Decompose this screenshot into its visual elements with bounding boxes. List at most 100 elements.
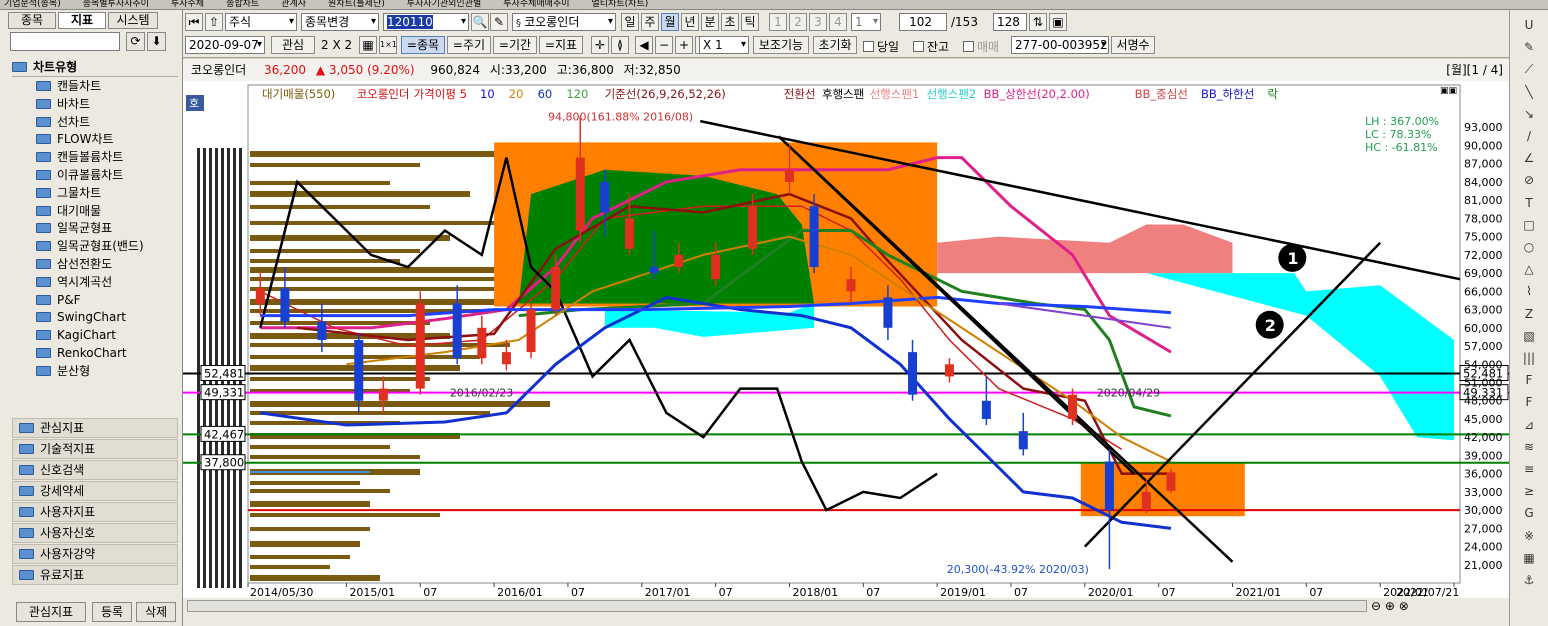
- aux-function-button[interactable]: 보조기능: [753, 36, 809, 54]
- pin-icon[interactable]: ⇧: [205, 13, 223, 31]
- chart-type-item[interactable]: P&F: [36, 292, 81, 309]
- chart-type-item[interactable]: 그물차트: [36, 185, 101, 202]
- refresh-icon[interactable]: ⟳: [126, 32, 145, 51]
- rect-icon[interactable]: □: [1518, 216, 1540, 234]
- indicator-group[interactable]: 강세약세: [12, 481, 178, 501]
- zoom-icons[interactable]: ⊖ ⊕ ⊗: [1371, 599, 1409, 613]
- period-button[interactable]: 틱: [741, 13, 759, 31]
- wave-icon[interactable]: ⌇: [1518, 282, 1540, 300]
- pattern-icon[interactable]: ▧: [1518, 327, 1540, 345]
- chart-type-item[interactable]: 분산형: [36, 363, 90, 380]
- preset-button[interactable]: 4: [829, 13, 847, 31]
- compress-icon[interactable]: ≬: [611, 36, 629, 54]
- option-checkbox[interactable]: 당일: [863, 38, 899, 55]
- download-icon[interactable]: ⬇: [147, 32, 166, 51]
- legend-item[interactable]: 선행스팬1: [870, 87, 920, 101]
- tool-icon[interactable]: ✎: [490, 13, 508, 31]
- indicator-group[interactable]: 신호검색: [12, 460, 178, 480]
- legend-item[interactable]: 락: [1267, 87, 1278, 101]
- arrow-icon[interactable]: ↘: [1518, 105, 1540, 123]
- chart-type-item[interactable]: FLOW차트: [36, 131, 114, 148]
- sync-toggle-button[interactable]: =지표: [539, 36, 583, 54]
- option-checkbox[interactable]: 잔고: [913, 38, 949, 55]
- top-tab-8[interactable]: 멀티차트(차트): [588, 0, 649, 9]
- indicator-search-input[interactable]: [10, 32, 120, 51]
- tab-stock[interactable]: 종목: [8, 12, 56, 29]
- toggle-label[interactable]: 호: [186, 95, 204, 111]
- trend-line-icon[interactable]: ⟋: [1518, 60, 1540, 78]
- legend-item[interactable]: 10: [480, 87, 495, 101]
- tool-u-icon[interactable]: U: [1518, 16, 1540, 34]
- account-select[interactable]: 277-00-003952: [1011, 36, 1109, 54]
- chart-type-item[interactable]: 삼선전환도: [36, 256, 112, 273]
- window-control-icons[interactable]: ▣▣: [1440, 86, 1457, 96]
- triangle-icon[interactable]: △: [1518, 260, 1540, 278]
- option-checkbox[interactable]: 매매: [963, 38, 999, 55]
- legend-item[interactable]: 코오롱인더: [357, 87, 410, 101]
- stock-code-input[interactable]: 120110: [383, 13, 469, 31]
- horizontal-scrollbar[interactable]: [187, 600, 1367, 612]
- chart-area[interactable]: 호 52,481 52,481 49,331 49,331 42,467 37,800 1 2 9…: [183, 81, 1510, 611]
- prev-icon[interactable]: ◀: [635, 36, 653, 54]
- grid-icon[interactable]: ▦: [359, 36, 377, 54]
- chart-type-item[interactable]: 캔들차트: [36, 78, 101, 95]
- draw-icon[interactable]: ✎: [1518, 38, 1540, 56]
- top-tab-1[interactable]: 종목별투자자추이: [79, 0, 149, 9]
- tab-favorite-indicators[interactable]: 관심지표: [16, 602, 86, 622]
- g-icon[interactable]: G: [1518, 504, 1540, 522]
- indicator-group[interactable]: 관심지표: [12, 418, 178, 438]
- indicator-group[interactable]: 기술적지표: [12, 439, 178, 459]
- channel-icon[interactable]: ≋: [1518, 438, 1540, 456]
- fib-icon[interactable]: F: [1518, 371, 1540, 389]
- diag-line-icon[interactable]: ╲: [1518, 83, 1540, 101]
- delete-button[interactable]: 삭제: [136, 602, 176, 622]
- legend-item[interactable]: 60: [538, 87, 553, 101]
- legend-item[interactable]: 기준선(26,9,26,52,26): [605, 87, 726, 101]
- vbars-icon[interactable]: |||: [1518, 349, 1540, 367]
- anchor-icon[interactable]: ⚓: [1518, 571, 1540, 589]
- chart-type-header[interactable]: 차트유형: [12, 58, 178, 77]
- num-select[interactable]: 1: [851, 13, 881, 31]
- plus-icon[interactable]: +: [675, 36, 693, 54]
- chart-type-item[interactable]: 역시계곡선: [36, 274, 112, 291]
- chart-type-item[interactable]: RenkoChart: [36, 345, 127, 362]
- top-tab-6[interactable]: 투자자기관외인관별: [403, 0, 482, 9]
- gann-icon[interactable]: ⊿: [1518, 416, 1540, 434]
- period-button[interactable]: 일: [621, 13, 639, 31]
- numbered-circle-marker[interactable]: 1: [1278, 243, 1307, 272]
- top-tab-3[interactable]: 종합차트: [222, 0, 259, 9]
- numbered-circle-marker[interactable]: 2: [1255, 310, 1284, 339]
- legend-item[interactable]: BB_하한선: [1201, 87, 1254, 101]
- period-button[interactable]: 분: [701, 13, 719, 31]
- chart-type-item[interactable]: 이큐볼륨차트: [36, 167, 123, 184]
- legend-item[interactable]: 선행스팬2: [927, 87, 977, 101]
- grid-icon[interactable]: ▦: [1518, 549, 1540, 567]
- top-tab-2[interactable]: 투자주체: [167, 0, 204, 9]
- legend-item[interactable]: 120: [566, 87, 588, 101]
- preset-button[interactable]: 3: [809, 13, 827, 31]
- text-icon[interactable]: T: [1518, 194, 1540, 212]
- date-picker[interactable]: 2020-09-07: [185, 36, 265, 54]
- top-tab-0[interactable]: 기업분석(종목): [0, 0, 61, 9]
- fib2-icon[interactable]: F: [1518, 393, 1540, 411]
- chart-type-item[interactable]: 선차트: [36, 114, 90, 131]
- indicator-group[interactable]: 유료지표: [12, 565, 178, 585]
- sign-button[interactable]: 서명수: [1111, 36, 1155, 54]
- top-tab-5[interactable]: 원차트(틀제단): [324, 0, 385, 9]
- count-input[interactable]: 102: [899, 13, 947, 31]
- top-tab-4[interactable]: 관계사: [277, 0, 306, 9]
- search-icon[interactable]: 🔍: [471, 13, 489, 31]
- legend-item[interactable]: 전환선: [784, 87, 816, 101]
- angle-icon[interactable]: ∠: [1518, 149, 1540, 167]
- stock-change-select[interactable]: 종목변경: [301, 13, 379, 31]
- apply-icon[interactable]: ⇅: [1029, 13, 1047, 31]
- minus-icon[interactable]: −: [655, 36, 673, 54]
- crosshair-icon[interactable]: ✛: [591, 36, 609, 54]
- ge-icon[interactable]: ≥: [1518, 482, 1540, 500]
- save-icon[interactable]: ▣: [1049, 13, 1067, 31]
- preset-button[interactable]: 1: [769, 13, 787, 31]
- hlines-icon[interactable]: ≡: [1518, 460, 1540, 478]
- legend-item[interactable]: 후행스팬: [822, 87, 864, 101]
- chart-type-item[interactable]: 대기매물: [36, 203, 101, 220]
- period-button[interactable]: 년: [681, 13, 699, 31]
